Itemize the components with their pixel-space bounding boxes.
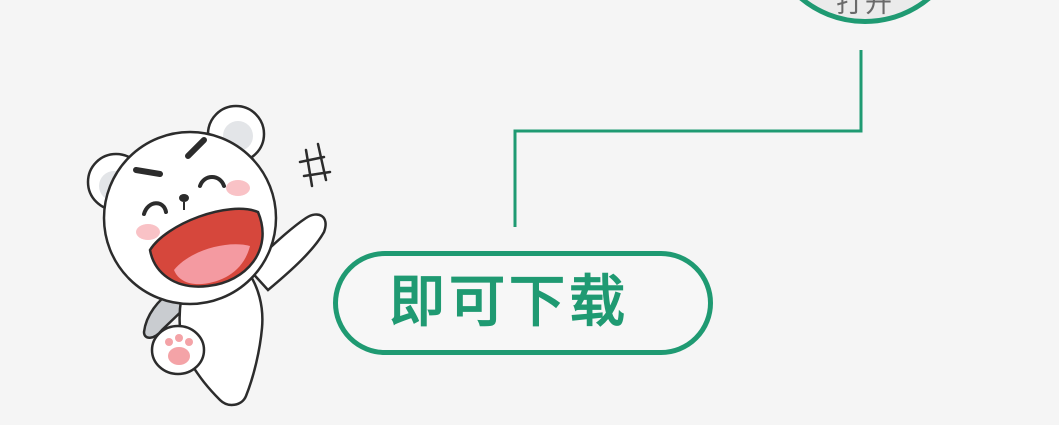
download-button-label: 即可下载 — [389, 270, 629, 335]
download-step-panel: 打开 即可下载 — [0, 0, 1059, 425]
bear-mascot-icon — [86, 104, 332, 407]
download-button[interactable]: 即可下载 — [333, 251, 713, 355]
